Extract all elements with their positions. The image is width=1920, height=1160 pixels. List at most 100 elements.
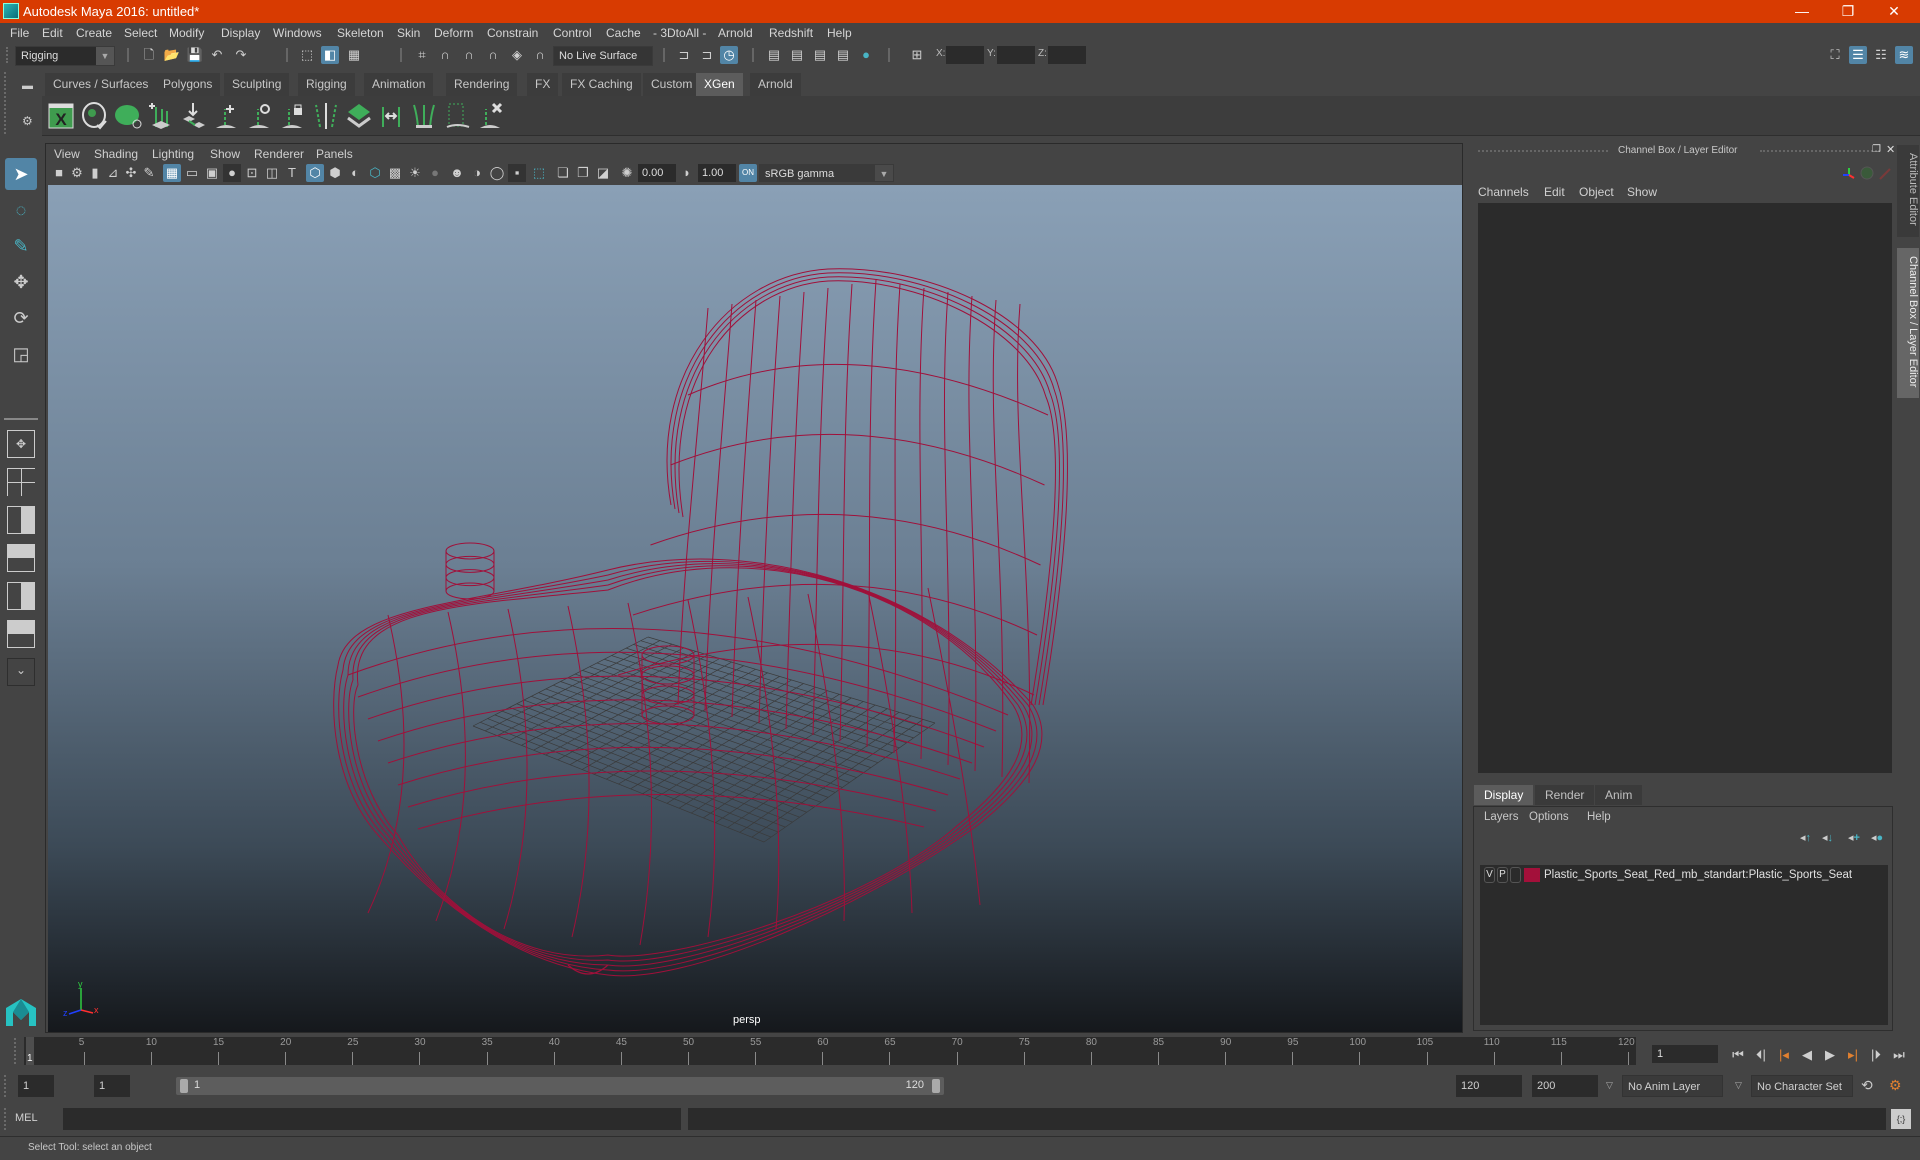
- xray-icon[interactable]: ❏: [554, 164, 572, 182]
- guide-lock-length-icon[interactable]: [278, 101, 308, 131]
- shelf-settings-icon[interactable]: ⚙: [22, 114, 33, 128]
- field-chart-icon[interactable]: ⊡: [243, 164, 261, 182]
- menu-3dtoall[interactable]: - 3DtoAll -: [653, 26, 706, 40]
- snap-grid-icon[interactable]: ⌗: [413, 46, 431, 64]
- safe-action-icon[interactable]: ◫: [263, 164, 281, 182]
- go-to-end-icon[interactable]: ⏭: [1889, 1046, 1909, 1064]
- range-grip[interactable]: [4, 1075, 8, 1097]
- character-set-dropdown[interactable]: No Character Set: [1751, 1075, 1853, 1097]
- output-ops-icon[interactable]: ⊐: [698, 46, 716, 64]
- single-perspective-layout-icon[interactable]: ✥: [7, 430, 35, 458]
- camera-attributes-icon[interactable]: ⚙: [68, 164, 86, 182]
- side-tab-channel-box[interactable]: Channel Box / Layer Editor: [1897, 248, 1919, 398]
- move-layer-up-icon[interactable]: ◂↑: [1800, 831, 1811, 844]
- film-gate-icon[interactable]: ▭: [183, 164, 201, 182]
- vp-menu-lighting[interactable]: Lighting: [152, 147, 194, 161]
- float-panel-icon[interactable]: ❐: [1872, 144, 1881, 155]
- menu-select[interactable]: Select: [124, 26, 157, 40]
- ambient-occlusion-icon[interactable]: ☻: [448, 164, 466, 182]
- step-back-key-icon[interactable]: |◂: [1774, 1046, 1794, 1064]
- seat-wireframe[interactable]: [48, 185, 1462, 1032]
- step-back-frame-icon[interactable]: ⏴|: [1751, 1046, 1771, 1064]
- shelf-menu-icon[interactable]: ▬: [22, 80, 33, 92]
- grid-toggle-icon[interactable]: ▦: [163, 164, 181, 182]
- resolution-gate-icon[interactable]: ▣: [203, 164, 221, 182]
- rebuild-guides-icon[interactable]: [377, 101, 407, 131]
- move-tool-icon[interactable]: ✥: [5, 266, 37, 298]
- shelf-tab-fx[interactable]: FX: [527, 73, 559, 96]
- layer-playback-toggle[interactable]: P: [1497, 867, 1508, 883]
- motion-blur-icon[interactable]: ◑: [468, 164, 486, 182]
- range-slider[interactable]: 1 120: [176, 1077, 944, 1095]
- anim-layer-chevron-icon[interactable]: ▽: [1606, 1080, 1613, 1091]
- render-view-icon[interactable]: ▤: [765, 46, 783, 64]
- lasso-tool-icon[interactable]: ◌: [5, 194, 37, 226]
- scale-guides-icon[interactable]: [410, 101, 440, 131]
- wireframe-on-shaded-icon[interactable]: ⬡: [366, 164, 384, 182]
- timeline-grip[interactable]: [14, 1038, 18, 1064]
- redo-icon[interactable]: ↷: [232, 46, 250, 64]
- select-camera-icon[interactable]: ■: [50, 164, 68, 182]
- four-view-layout-icon[interactable]: [7, 468, 35, 496]
- shadows-icon[interactable]: ●: [426, 164, 444, 182]
- gate-mask-icon[interactable]: ●: [223, 164, 241, 182]
- manip-toggle-icon[interactable]: [1860, 166, 1874, 180]
- step-forward-frame-icon[interactable]: |⏵: [1866, 1046, 1886, 1064]
- attribute-editor-toggle-icon[interactable]: ☰: [1849, 46, 1867, 64]
- more-layouts-icon[interactable]: ⌄: [7, 658, 35, 686]
- undo-icon[interactable]: ↶: [208, 46, 226, 64]
- y-field[interactable]: [997, 46, 1035, 64]
- shelf-tab-curves-surfaces[interactable]: Curves / Surfaces: [45, 73, 157, 96]
- menu-control[interactable]: Control: [553, 26, 592, 40]
- layer-tab-render[interactable]: Render: [1535, 785, 1595, 805]
- close-panel-icon[interactable]: ✕: [1886, 143, 1895, 156]
- shelf-tab-arnold[interactable]: Arnold: [750, 73, 801, 96]
- depth-of-field-icon[interactable]: ▪: [508, 164, 526, 182]
- manip-pivot-icon[interactable]: [1879, 168, 1891, 180]
- cb-menu-show[interactable]: Show: [1627, 185, 1657, 199]
- shelf-tab-xgen[interactable]: XGen: [696, 73, 743, 96]
- render-current-frame-icon[interactable]: ▤: [788, 46, 806, 64]
- 3d-viewport[interactable]: y z x persp: [48, 185, 1462, 1032]
- menu-create[interactable]: Create: [76, 26, 112, 40]
- wireframe-icon[interactable]: ⬡: [306, 164, 324, 182]
- guides-mirror-icon[interactable]: [311, 101, 341, 131]
- live-surface-field[interactable]: No Live Surface: [553, 46, 653, 66]
- exposure-icon[interactable]: ✺: [618, 164, 636, 182]
- image-plane-icon[interactable]: ⊿: [104, 164, 122, 182]
- safe-title-icon[interactable]: T: [283, 164, 301, 182]
- scale-tool-icon[interactable]: ◲: [5, 338, 37, 370]
- hypershade-icon[interactable]: ●: [857, 46, 875, 64]
- select-component-icon[interactable]: ▦: [345, 46, 363, 64]
- play-forwards-icon[interactable]: ▶: [1820, 1046, 1840, 1064]
- menu-help[interactable]: Help: [827, 26, 852, 40]
- playback-start-field[interactable]: 1: [94, 1075, 130, 1097]
- menu-modify[interactable]: Modify: [169, 26, 204, 40]
- layer-row[interactable]: V P Plastic_Sports_Seat_Red_mb_standart:…: [1480, 865, 1888, 885]
- menuset-dropdown[interactable]: Rigging ▼: [15, 46, 115, 66]
- color-space-dropdown[interactable]: sRGB gamma ▼: [759, 164, 894, 182]
- layer-tab-display[interactable]: Display: [1474, 785, 1534, 805]
- snap-point-icon[interactable]: ∩: [460, 46, 478, 64]
- xray-joints-icon[interactable]: ❐: [574, 164, 592, 182]
- menu-skeleton[interactable]: Skeleton: [337, 26, 384, 40]
- grease-pencil-icon[interactable]: ✎: [140, 164, 158, 182]
- isolate-select-icon[interactable]: ⬚: [530, 164, 548, 182]
- animation-preferences-icon[interactable]: ⚙: [1889, 1077, 1902, 1094]
- shelf-tab-sculpting[interactable]: Sculpting: [224, 73, 290, 96]
- animation-start-field[interactable]: 1: [18, 1075, 54, 1097]
- shelf-tab-rendering[interactable]: Rendering: [446, 73, 518, 96]
- layer-name[interactable]: Plastic_Sports_Seat_Red_mb_standart:Plas…: [1544, 865, 1852, 885]
- layer-menu-help[interactable]: Help: [1587, 811, 1611, 823]
- channel-box-toggle-icon[interactable]: ≋: [1895, 46, 1913, 64]
- auto-key-icon[interactable]: ⟲: [1861, 1077, 1873, 1094]
- vp-menu-renderer[interactable]: Renderer: [254, 147, 304, 161]
- select-object-icon[interactable]: ◧: [321, 46, 339, 64]
- xgen-editor-icon[interactable]: X: [47, 101, 77, 131]
- shelf-tab-rigging[interactable]: Rigging: [298, 73, 355, 96]
- play-backwards-icon[interactable]: ◀: [1797, 1046, 1817, 1064]
- anim-layer-dropdown[interactable]: No Anim Layer: [1622, 1075, 1723, 1097]
- channel-box-area[interactable]: [1478, 203, 1892, 773]
- z-field[interactable]: [1048, 46, 1086, 64]
- select-tool-icon[interactable]: ➤: [5, 158, 37, 190]
